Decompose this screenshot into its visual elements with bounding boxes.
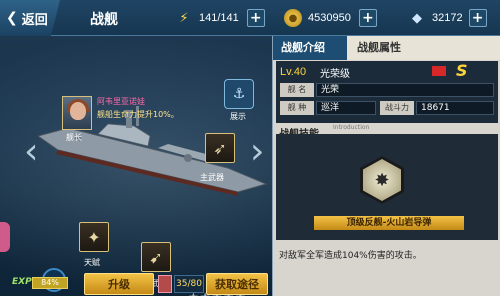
captain-role-label: 舰长 xyxy=(66,133,82,142)
captain-portrait[interactable] xyxy=(62,96,92,130)
grade-badge: S xyxy=(456,61,468,80)
torpedo-icon: ➹ xyxy=(149,247,163,267)
ship-display-icon: ⚓ xyxy=(232,86,246,102)
ship-display-area: ‹ › 阿韦里亚诺娃 舰船生命力提升10%。 舰长 ⚓ 展示 ➶ 主武器 ✦ 天… xyxy=(0,36,272,296)
bottom-bar: EXP 84% 升级 35/80 获取途径 xyxy=(0,272,272,296)
top-bar: ❮ 返回 战舰 ⚡ 141/141 + ● 4530950 + ◆ 32172 … xyxy=(0,0,500,36)
exp-progress: 84% xyxy=(32,277,68,289)
ship-name-label: 舰 名 xyxy=(280,83,314,97)
upgrade-button[interactable]: 升级 xyxy=(84,273,154,295)
page-title: 战舰 xyxy=(90,11,118,27)
energy-resource: ⚡ 141/141 + xyxy=(175,8,265,28)
ship-type-value: 巡洋 xyxy=(316,101,376,115)
skills-subtitle: Introduction xyxy=(333,124,370,131)
back-label: 返回 xyxy=(21,11,48,27)
skill-name: 顶级反舰-火山岩导弹 xyxy=(314,216,464,230)
talent-icon: ✦ xyxy=(87,227,101,247)
energy-value: 141/141 xyxy=(199,12,239,24)
captain-face xyxy=(70,102,86,120)
gold-resource: ● 4530950 + xyxy=(284,8,377,28)
gem-value: 32172 xyxy=(432,12,463,24)
add-energy-button[interactable]: + xyxy=(246,9,265,27)
missile-icon: ➶ xyxy=(213,138,227,158)
main-weapon-label: 主武器 xyxy=(200,173,224,182)
ship-info-card: Lv.40 光荣级 S 舰 名 光荣 舰 种 巡洋 战斗力 18671 xyxy=(276,61,498,123)
ship-info-panel: 战舰介绍 战舰属性 Lv.40 光荣级 S 舰 名 光荣 舰 种 巡洋 战斗力 … xyxy=(272,36,500,296)
display-button[interactable]: ⚓ xyxy=(224,79,254,109)
power-value: 18671 xyxy=(416,101,494,115)
previous-ship-arrow-icon[interactable]: ‹ xyxy=(24,131,38,172)
coin-icon: ● xyxy=(284,9,302,27)
obtain-source-button[interactable]: 获取途径 xyxy=(206,273,268,295)
tab-bar: 战舰介绍 战舰属性 xyxy=(273,36,500,60)
gold-value: 4530950 xyxy=(308,12,351,24)
explosion-skill-icon: ✸ xyxy=(363,159,401,201)
sub-weapon-slot[interactable]: ➹ xyxy=(141,242,171,272)
add-gold-button[interactable]: + xyxy=(358,9,377,27)
display-label: 展示 xyxy=(230,112,246,121)
talent-slot[interactable]: ✦ xyxy=(79,222,109,252)
tab-ship-intro[interactable]: 战舰介绍 xyxy=(273,36,347,60)
back-button[interactable]: ❮ 返回 xyxy=(0,0,60,36)
ship-name-value: 光荣 xyxy=(316,83,494,97)
skill-description: 对敌军全军造成104%伤害的攻击。 xyxy=(279,251,422,261)
tab-ship-attributes[interactable]: 战舰属性 xyxy=(349,36,409,60)
ship-level: Lv.40 xyxy=(280,66,307,78)
ship-class: 光荣级 xyxy=(320,69,350,80)
ship-type-label: 舰 种 xyxy=(280,101,314,115)
captain-name: 阿韦里亚诺娃 xyxy=(97,97,145,106)
diamond-icon: ◆ xyxy=(412,10,422,26)
fragment-icon xyxy=(158,275,172,293)
exp-label: EXP xyxy=(12,277,32,287)
skill-card: ✸ 顶级反舰-火山岩导弹 xyxy=(276,134,498,240)
add-gems-button[interactable]: + xyxy=(468,9,487,27)
power-label: 战斗力 xyxy=(380,101,414,115)
main-weapon-slot[interactable]: ➶ xyxy=(205,133,235,163)
fragment-count: 35/80 xyxy=(174,275,204,293)
skill-icon-frame[interactable]: ✸ xyxy=(360,156,404,204)
side-tab[interactable] xyxy=(0,222,10,252)
talent-label: 天赋 xyxy=(84,258,100,267)
lightning-icon: ⚡ xyxy=(179,10,189,26)
back-arrow-icon: ❮ xyxy=(6,10,18,26)
captain-description: 舰船生命力提升10%。 xyxy=(97,110,179,119)
china-flag-icon xyxy=(432,66,446,76)
gem-resource: ◆ 32172 + xyxy=(408,8,487,28)
